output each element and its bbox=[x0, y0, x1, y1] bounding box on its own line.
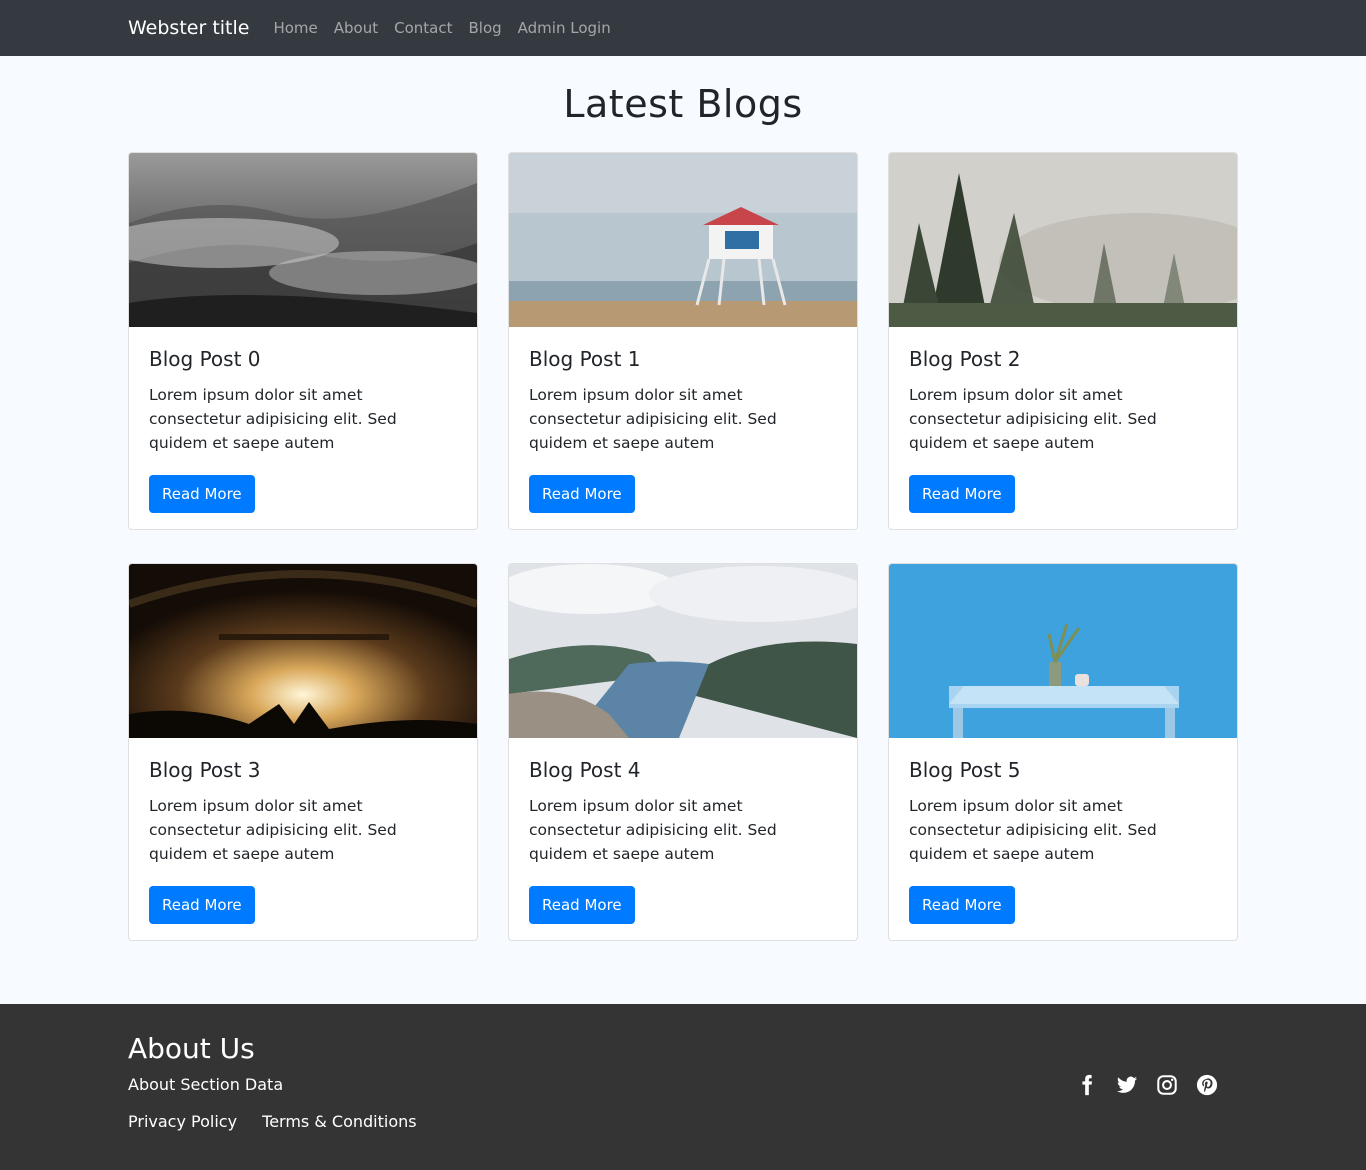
main-content: Latest Blogs Blog Post 0 Lorem ipsum dol… bbox=[0, 56, 1366, 1004]
nav-link-home[interactable]: Home bbox=[273, 19, 317, 37]
read-more-button[interactable]: Read More bbox=[149, 475, 255, 513]
privacy-policy-link[interactable]: Privacy Policy bbox=[128, 1112, 237, 1131]
twitter-icon[interactable] bbox=[1116, 1074, 1138, 1096]
page-title: Latest Blogs bbox=[563, 82, 803, 126]
terms-conditions-link[interactable]: Terms & Conditions bbox=[262, 1112, 416, 1131]
brand-title[interactable]: Webster title bbox=[128, 17, 249, 39]
footer-title: About Us bbox=[128, 1032, 255, 1065]
facebook-icon[interactable] bbox=[1076, 1074, 1098, 1096]
card-text: Lorem ipsum dolor sit amet consectetur a… bbox=[149, 386, 397, 452]
navbar: Webster title Home About Contact Blog Ad… bbox=[0, 0, 1366, 56]
blog-card: Blog Post 5 Lorem ipsum dolor sit amet c… bbox=[888, 563, 1238, 941]
blog-image-blue-table bbox=[889, 564, 1237, 738]
footer-links: Privacy Policy Terms & Conditions bbox=[128, 1112, 1238, 1131]
instagram-icon[interactable] bbox=[1156, 1074, 1178, 1096]
read-more-button[interactable]: Read More bbox=[529, 886, 635, 924]
blog-card: Blog Post 0 Lorem ipsum dolor sit amet c… bbox=[128, 152, 478, 530]
card-text: Lorem ipsum dolor sit amet consectetur a… bbox=[529, 386, 777, 452]
card-text: Lorem ipsum dolor sit amet consectetur a… bbox=[909, 797, 1157, 863]
nav-link-about[interactable]: About bbox=[334, 19, 378, 37]
blog-image-lifeguard-tower bbox=[509, 153, 857, 327]
card-title: Blog Post 5 bbox=[909, 758, 1021, 782]
blog-image-foggy-pines bbox=[889, 153, 1237, 327]
card-title: Blog Post 3 bbox=[149, 758, 261, 782]
footer-about-text: About Section Data bbox=[128, 1075, 284, 1094]
blog-card: Blog Post 2 Lorem ipsum dolor sit amet c… bbox=[888, 152, 1238, 530]
blog-image-fjord bbox=[509, 564, 857, 738]
read-more-button[interactable]: Read More bbox=[529, 475, 635, 513]
card-title: Blog Post 4 bbox=[529, 758, 641, 782]
social-links bbox=[1076, 1074, 1218, 1096]
pinterest-icon[interactable] bbox=[1196, 1074, 1218, 1096]
card-text: Lorem ipsum dolor sit amet consectetur a… bbox=[149, 797, 397, 863]
nav-link-admin-login[interactable]: Admin Login bbox=[518, 19, 611, 37]
card-text: Lorem ipsum dolor sit amet consectetur a… bbox=[909, 386, 1157, 452]
blog-image-concert bbox=[129, 564, 477, 738]
card-title: Blog Post 1 bbox=[529, 347, 641, 371]
blog-image-misty-forest bbox=[129, 153, 477, 327]
blog-card: Blog Post 1 Lorem ipsum dolor sit amet c… bbox=[508, 152, 858, 530]
blog-card: Blog Post 3 Lorem ipsum dolor sit amet c… bbox=[128, 563, 478, 941]
card-text: Lorem ipsum dolor sit amet consectetur a… bbox=[529, 797, 777, 863]
read-more-button[interactable]: Read More bbox=[909, 886, 1015, 924]
read-more-button[interactable]: Read More bbox=[909, 475, 1015, 513]
nav-link-contact[interactable]: Contact bbox=[394, 19, 452, 37]
nav-link-blog[interactable]: Blog bbox=[468, 19, 501, 37]
footer: About Us About Section Data Privacy Poli… bbox=[0, 1004, 1366, 1170]
blog-card: Blog Post 4 Lorem ipsum dolor sit amet c… bbox=[508, 563, 858, 941]
blog-grid: Blog Post 0 Lorem ipsum dolor sit amet c… bbox=[128, 152, 1238, 941]
card-title: Blog Post 2 bbox=[909, 347, 1021, 371]
read-more-button[interactable]: Read More bbox=[149, 886, 255, 924]
card-title: Blog Post 0 bbox=[149, 347, 261, 371]
